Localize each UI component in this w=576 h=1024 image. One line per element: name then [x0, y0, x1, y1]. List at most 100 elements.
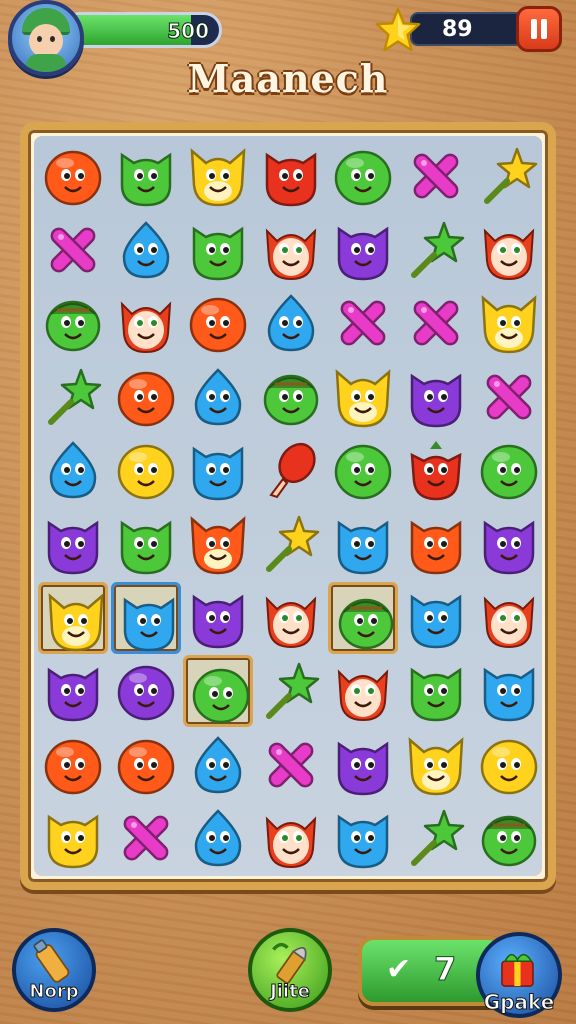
blue-cat-icon — [338, 815, 389, 869]
avatar-eye — [37, 36, 42, 42]
tile-redhair-face[interactable] — [111, 287, 181, 359]
tile-purple-cat[interactable] — [38, 508, 108, 580]
shop-button[interactable]: Gpake — [476, 932, 562, 1018]
tile-redhair-face[interactable] — [474, 214, 544, 286]
tile-purple-cat[interactable] — [183, 582, 253, 654]
tile-redhair-face[interactable] — [256, 214, 326, 286]
blue-drop-icon — [122, 220, 169, 278]
tile-pink-cross[interactable] — [474, 361, 544, 433]
tile-blue-cat[interactable] — [110, 581, 181, 654]
tile-yellow-star[interactable] — [256, 508, 326, 580]
tile-blue-cat[interactable] — [328, 508, 398, 580]
tile-green-turtle[interactable] — [328, 581, 399, 654]
player-avatar[interactable] — [8, 0, 84, 76]
tile-green-blob[interactable] — [183, 655, 254, 728]
tile-green-star[interactable] — [401, 214, 471, 286]
game-board — [20, 122, 556, 890]
tile-blue-drop[interactable] — [256, 287, 326, 359]
moves-counter: 89 — [410, 12, 526, 46]
tile-green-blob[interactable] — [328, 434, 398, 506]
tile-green-cat[interactable] — [401, 655, 471, 727]
pink-cross-icon — [123, 815, 168, 861]
tile-orange-blob[interactable] — [38, 729, 108, 801]
orange-blob-icon — [44, 739, 102, 795]
green-cat-icon — [120, 152, 171, 207]
score-progress-bar: 500 — [62, 12, 222, 48]
tile-blue-cat[interactable] — [328, 802, 398, 874]
tile-blue-cat[interactable] — [474, 655, 544, 727]
pause-button[interactable] — [516, 6, 562, 52]
tile-purple-cat[interactable] — [474, 508, 544, 580]
tile-orange-blob[interactable] — [111, 361, 181, 433]
tile-orange-cat[interactable] — [401, 508, 471, 580]
tile-orange-blob[interactable] — [38, 140, 108, 212]
tile-yellow-fox[interactable] — [474, 287, 544, 359]
tile-blue-drop[interactable] — [38, 434, 108, 506]
purple-cat-icon — [338, 226, 389, 280]
tile-blue-drop[interactable] — [183, 361, 253, 433]
green-cat-icon — [120, 520, 171, 575]
tile-pink-cross[interactable] — [328, 287, 398, 359]
tile-orange-blob[interactable] — [183, 287, 253, 359]
tile-blue-drop[interactable] — [183, 729, 253, 801]
tile-yellow-fox[interactable] — [38, 581, 108, 654]
tile-redhair-face[interactable] — [328, 655, 398, 727]
tile-blue-drop[interactable] — [111, 214, 181, 286]
tile-yellow-blob[interactable] — [111, 434, 181, 506]
tile-pink-cross[interactable] — [401, 140, 471, 212]
tile-yellow-blob[interactable] — [474, 729, 544, 801]
redhair-face-icon — [483, 596, 534, 648]
pink-cross-icon — [486, 374, 531, 420]
tile-orange-blob[interactable] — [111, 729, 181, 801]
green-blob-icon — [335, 150, 392, 206]
purple-cat-icon — [410, 373, 462, 428]
boost-button-left[interactable]: Norp — [12, 928, 96, 1012]
tile-green-turtle[interactable] — [38, 287, 108, 359]
yellow-fox-icon — [48, 592, 104, 651]
blue-drop-icon — [267, 294, 315, 352]
tile-green-blob[interactable] — [328, 140, 398, 212]
tile-red-tomato[interactable] — [401, 434, 471, 506]
level-title: Maanech — [187, 56, 389, 101]
tile-redhair-face[interactable] — [474, 582, 544, 654]
tile-yellow-fox[interactable] — [328, 361, 398, 433]
tile-yellow-star[interactable] — [474, 140, 544, 212]
tile-yellow-fox[interactable] — [401, 729, 471, 801]
tile-purple-cat[interactable] — [328, 729, 398, 801]
tile-red-cat[interactable] — [256, 140, 326, 212]
tile-red-balloon[interactable] — [256, 434, 326, 506]
tile-redhair-face[interactable] — [256, 802, 326, 874]
tile-pink-cross[interactable] — [256, 729, 326, 801]
tile-green-turtle[interactable] — [474, 802, 544, 874]
tile-green-star[interactable] — [401, 802, 471, 874]
tile-green-cat[interactable] — [111, 140, 181, 212]
boost-button-center[interactable]: Jiite — [248, 928, 332, 1012]
tile-green-turtle[interactable] — [256, 361, 326, 433]
green-blob-icon — [335, 445, 392, 500]
tile-orange-fox[interactable] — [183, 508, 253, 580]
tile-pink-cross[interactable] — [38, 214, 108, 286]
tile-blue-cat[interactable] — [401, 582, 471, 654]
green-star-icon — [411, 221, 465, 278]
tile-green-blob[interactable] — [474, 434, 544, 506]
tile-blue-drop[interactable] — [183, 802, 253, 874]
pink-cross-icon — [268, 742, 314, 788]
tile-pink-cross[interactable] — [401, 287, 471, 359]
tile-purple-blob[interactable] — [111, 655, 181, 727]
purple-cat-icon — [338, 741, 389, 796]
tile-purple-cat[interactable] — [328, 214, 398, 286]
avatar-eye — [50, 36, 55, 42]
purple-cat-icon — [47, 667, 99, 722]
red-balloon-icon — [269, 443, 316, 499]
tile-green-star[interactable] — [256, 655, 326, 727]
tile-yellow-fox[interactable] — [183, 140, 253, 212]
tile-yellow-cat[interactable] — [38, 802, 108, 874]
tile-blue-cat[interactable] — [183, 434, 253, 506]
tile-green-cat[interactable] — [183, 214, 253, 286]
tile-green-cat[interactable] — [111, 508, 181, 580]
tile-green-star[interactable] — [38, 361, 108, 433]
tile-redhair-face[interactable] — [256, 582, 326, 654]
tile-pink-cross[interactable] — [111, 802, 181, 874]
tile-purple-cat[interactable] — [401, 361, 471, 433]
tile-purple-cat[interactable] — [38, 655, 108, 727]
